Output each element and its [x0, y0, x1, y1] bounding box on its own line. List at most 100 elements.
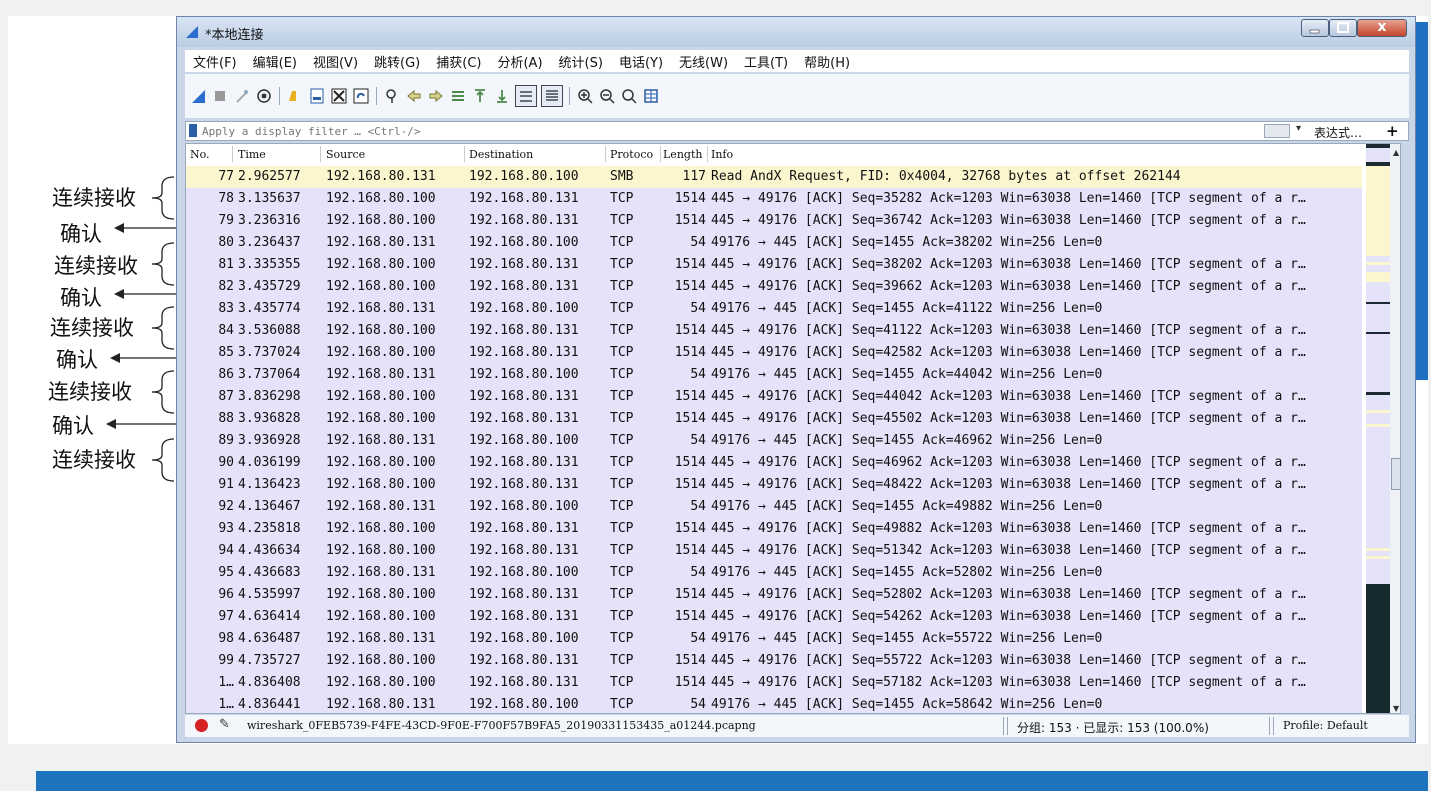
status-profile[interactable]: Profile: Default: [1283, 719, 1368, 732]
add-filter-button[interactable]: +: [1386, 122, 1399, 140]
packet-row[interactable]: 1… 4.836441 192.168.80.131 192.168.80.100 TC…: [186, 694, 1362, 713]
packet-row[interactable]: 89 3.936928 192.168.80.131 192.168.80.100 TC…: [186, 430, 1362, 452]
menu-edit[interactable]: 编辑(E): [245, 52, 305, 71]
annotation-continuous-receive: 连续接收: [52, 186, 136, 210]
shark-fin-start-icon[interactable]: [189, 87, 207, 105]
go-first-icon[interactable]: [471, 87, 489, 105]
packet-row[interactable]: 95 4.436683 192.168.80.131 192.168.80.100 TC…: [186, 562, 1362, 584]
display-filter-input[interactable]: [202, 123, 1242, 139]
menu-file[interactable]: 文件(F): [185, 52, 245, 71]
packet-row[interactable]: 83 3.435774 192.168.80.131 192.168.80.100 TC…: [186, 298, 1362, 320]
packet-row[interactable]: 82 3.435729 192.168.80.100 192.168.80.131 TC…: [186, 276, 1362, 298]
packet-row[interactable]: 87 3.836298 192.168.80.100 192.168.80.131 TC…: [186, 386, 1362, 408]
packet-row[interactable]: 85 3.737024 192.168.80.100 192.168.80.131 TC…: [186, 342, 1362, 364]
packet-row[interactable]: 93 4.235818 192.168.80.100 192.168.80.131 TC…: [186, 518, 1362, 540]
colorize-icon[interactable]: [541, 85, 563, 107]
packet-protocol: TCP: [610, 191, 634, 206]
options-gear-icon[interactable]: [255, 87, 273, 105]
packet-destination: 192.168.80.131: [469, 213, 579, 228]
packet-row[interactable]: 90 4.036199 192.168.80.100 192.168.80.131 TC…: [186, 452, 1362, 474]
menu-analyze[interactable]: 分析(A): [489, 52, 550, 71]
column-header-no[interactable]: No.: [190, 148, 210, 161]
main-toolbar: [185, 74, 1409, 118]
zoom-out-icon[interactable]: [598, 87, 616, 105]
packet-row[interactable]: 86 3.737064 192.168.80.131 192.168.80.100 TC…: [186, 364, 1362, 386]
menu-statistics[interactable]: 统计(S): [551, 52, 611, 71]
packet-length: 54: [690, 433, 706, 448]
packet-row[interactable]: 92 4.136467 192.168.80.131 192.168.80.100 TC…: [186, 496, 1362, 518]
packet-row[interactable]: 99 4.735727 192.168.80.100 192.168.80.131 TC…: [186, 650, 1362, 672]
close-button[interactable]: x: [1357, 19, 1407, 37]
menu-capture[interactable]: 捕获(C): [428, 52, 489, 71]
packet-row[interactable]: 78 3.135637 192.168.80.100 192.168.80.131 TC…: [186, 188, 1362, 210]
autoscroll-icon[interactable]: [515, 85, 537, 107]
packet-row[interactable]: 97 4.636414 192.168.80.100 192.168.80.131 TC…: [186, 606, 1362, 628]
close-file-icon[interactable]: [330, 87, 348, 105]
annotation-confirm: 确认: [60, 222, 102, 246]
column-divider[interactable]: [320, 146, 321, 162]
packet-minimap[interactable]: [1366, 144, 1390, 713]
menu-tools[interactable]: 工具(T): [736, 52, 796, 71]
capture-status-icon[interactable]: [195, 719, 208, 732]
normal-size-icon[interactable]: [620, 87, 638, 105]
go-to-packet-icon[interactable]: [449, 87, 467, 105]
packet-row[interactable]: 88 3.936828 192.168.80.100 192.168.80.131 TC…: [186, 408, 1362, 430]
menu-go[interactable]: 跳转(G): [366, 52, 428, 71]
packet-row[interactable]: 79 3.236316 192.168.80.100 192.168.80.131 TC…: [186, 210, 1362, 232]
go-back-icon[interactable]: [405, 87, 423, 105]
column-header-destination[interactable]: Destination: [469, 148, 533, 161]
column-divider[interactable]: [660, 146, 661, 162]
column-header-info[interactable]: Info: [711, 148, 733, 161]
packet-row[interactable]: 77 2.962577 192.168.80.131 192.168.80.100 SM…: [186, 166, 1362, 188]
resize-columns-icon[interactable]: [642, 87, 660, 105]
expression-button[interactable]: 表达式…: [1314, 124, 1362, 141]
maximize-button[interactable]: [1329, 19, 1357, 37]
column-header-source[interactable]: Source: [326, 148, 365, 161]
annotation-continuous-receive: 连续接收: [52, 448, 136, 472]
menu-telephony[interactable]: 电话(Y): [611, 52, 671, 71]
packet-row[interactable]: 1… 4.836408 192.168.80.100 192.168.80.131 TC…: [186, 672, 1362, 694]
wireshark-fin-icon: [186, 26, 198, 38]
column-divider[interactable]: [232, 146, 233, 162]
minimap-marks: [1366, 144, 1390, 713]
zoom-in-icon[interactable]: [576, 87, 594, 105]
menu-wireless[interactable]: 无线(W): [671, 52, 736, 71]
packet-row[interactable]: 80 3.236437 192.168.80.131 192.168.80.100 TC…: [186, 232, 1362, 254]
scroll-up-icon[interactable]: ▲: [1393, 148, 1399, 157]
packet-length: 1514: [674, 411, 706, 426]
column-divider[interactable]: [605, 146, 606, 162]
go-forward-icon[interactable]: [427, 87, 445, 105]
column-header-time[interactable]: Time: [238, 148, 266, 161]
bookmark-icon[interactable]: [189, 124, 197, 137]
scroll-down-icon[interactable]: ▼: [1393, 704, 1399, 713]
go-last-icon[interactable]: [493, 87, 511, 105]
restart-icon[interactable]: [233, 87, 251, 105]
column-header-protocol[interactable]: Protoco: [610, 148, 653, 161]
packet-row[interactable]: 96 4.535997 192.168.80.100 192.168.80.131 TC…: [186, 584, 1362, 606]
packet-row[interactable]: 84 3.536088 192.168.80.100 192.168.80.131 TC…: [186, 320, 1362, 342]
column-divider[interactable]: [707, 146, 708, 162]
packet-row[interactable]: 91 4.136423 192.168.80.100 192.168.80.131 TC…: [186, 474, 1362, 496]
packet-row[interactable]: 94 4.436634 192.168.80.100 192.168.80.131 TC…: [186, 540, 1362, 562]
reload-icon[interactable]: [352, 87, 370, 105]
edit-comment-icon[interactable]: ✎: [219, 717, 230, 732]
packet-destination: 192.168.80.131: [469, 609, 579, 624]
column-header-length[interactable]: Length: [663, 148, 702, 161]
menu-help[interactable]: 帮助(H): [796, 52, 858, 71]
save-file-icon[interactable]: [308, 87, 326, 105]
menu-view[interactable]: 视图(V): [305, 52, 366, 71]
find-icon[interactable]: [383, 87, 401, 105]
title-bar[interactable]: *本地连接 x: [177, 17, 1415, 47]
column-divider[interactable]: [464, 146, 465, 162]
packet-rows: 77 2.962577 192.168.80.131 192.168.80.100 SM…: [186, 166, 1362, 713]
apply-filter-arrow-icon[interactable]: [1264, 124, 1290, 138]
packet-row[interactable]: 98 4.636487 192.168.80.131 192.168.80.100 TC…: [186, 628, 1362, 650]
scroll-thumb[interactable]: [1391, 458, 1400, 490]
stop-square-icon[interactable]: [211, 87, 229, 105]
vertical-scrollbar[interactable]: ▲ ▼: [1390, 144, 1400, 713]
open-folder-icon[interactable]: [286, 87, 304, 105]
minimize-button[interactable]: [1301, 19, 1329, 37]
packet-source: 192.168.80.100: [326, 455, 436, 470]
packet-row[interactable]: 81 3.335355 192.168.80.100 192.168.80.131 TC…: [186, 254, 1362, 276]
filter-history-dropdown[interactable]: ▾: [1296, 123, 1301, 134]
